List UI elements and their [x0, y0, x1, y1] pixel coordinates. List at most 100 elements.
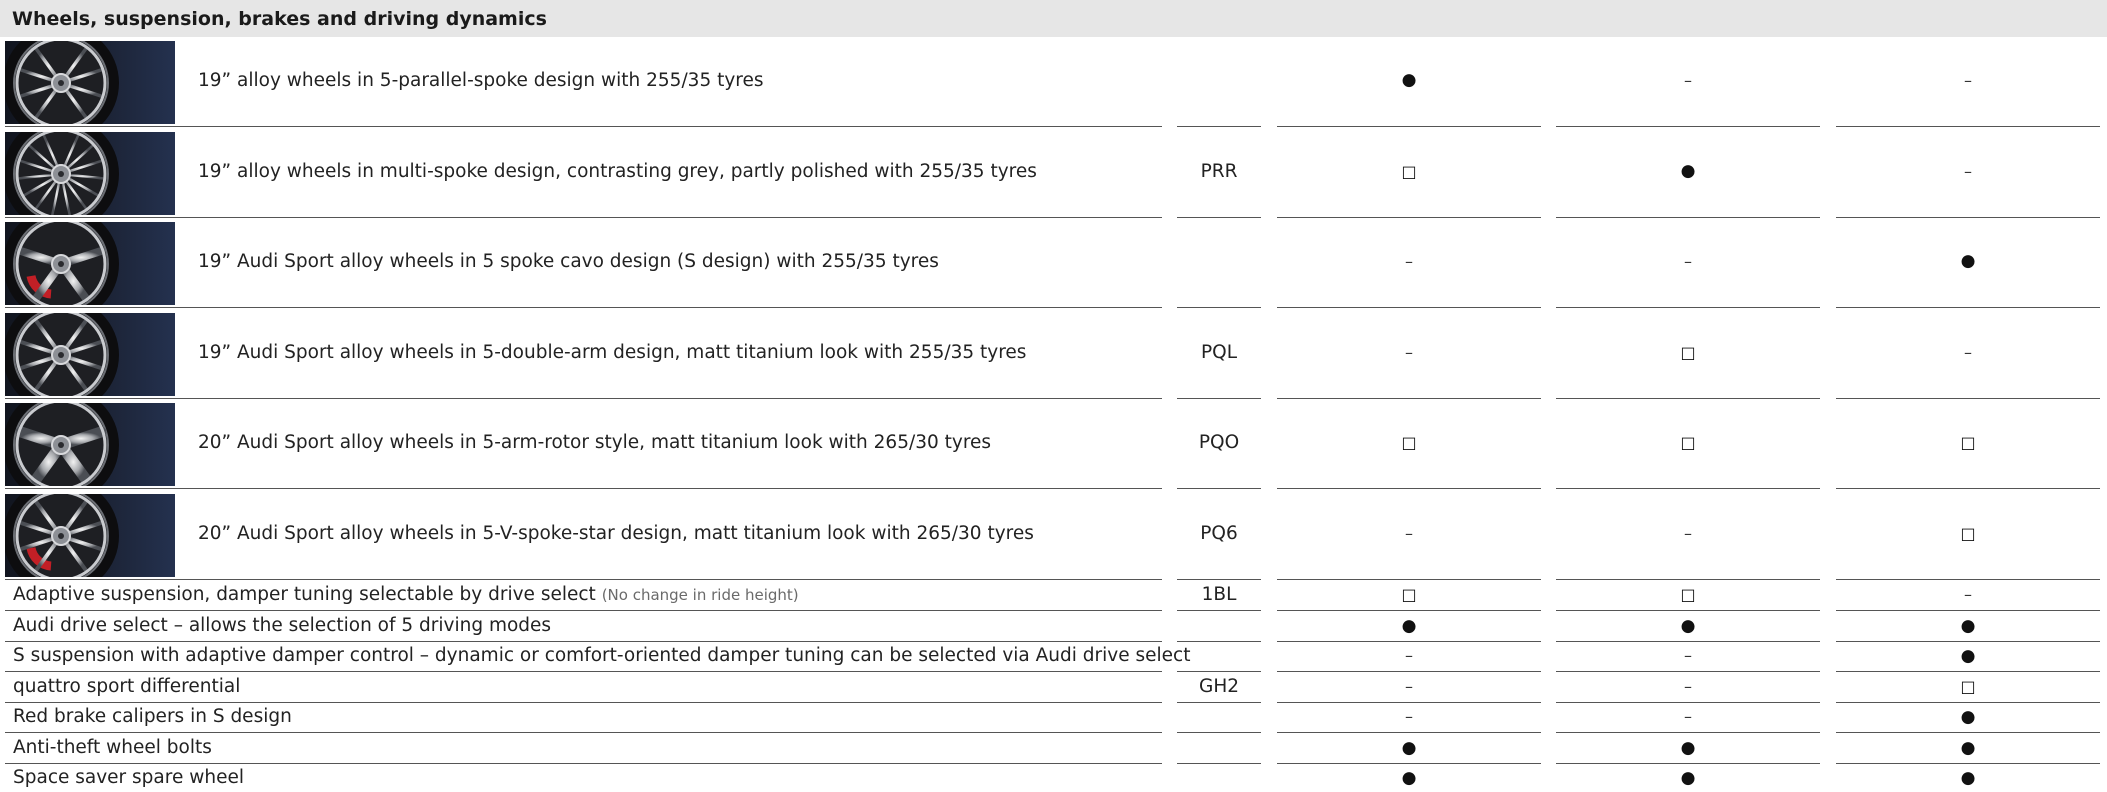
option-code [1178, 702, 1260, 732]
row-divider [1277, 307, 1541, 308]
row-divider [1277, 216, 1541, 218]
option-label: 19” Audi Sport alloy wheels in 5-double-… [198, 341, 1027, 363]
option-label: 20” Audi Sport alloy wheels in 5-V-spoke… [198, 522, 1034, 544]
optional-square: □ [1401, 585, 1417, 604]
feature-row: S suspension with adaptive damper contro… [0, 641, 2107, 671]
wheel-option-row: 19” alloy wheels in multi-spoke design, … [0, 129, 2107, 215]
wheel-thumbnail [5, 312, 175, 396]
feature-label: S suspension with adaptive damper contro… [13, 645, 1191, 666]
not-available-dash: – [1964, 585, 1972, 604]
row-divider [5, 307, 1162, 308]
option-code [1178, 219, 1260, 304]
standard-dot: ● [1401, 615, 1417, 636]
feature-label: quattro sport differential [13, 675, 241, 697]
row-divider [1836, 216, 2100, 218]
optional-square: □ [1680, 433, 1696, 452]
not-available-dash: – [1964, 342, 1972, 362]
feature-row: Anti-theft wheel bolts ● ● ● [0, 733, 2107, 763]
option-code [1178, 763, 1260, 792]
not-available-dash: – [1405, 252, 1413, 271]
not-available-dash: – [1405, 342, 1413, 362]
row-divider [5, 216, 1162, 218]
not-available-dash: – [1964, 161, 1972, 181]
wheel-option-row: 19” alloy wheels in 5-parallel-spoke des… [0, 38, 2107, 124]
option-code: 1BL [1201, 584, 1237, 605]
wheel-thumbnail [5, 222, 175, 305]
row-divider [1177, 216, 1261, 218]
wheel-image-icon [5, 312, 119, 396]
wheel-option-row: 19” Audi Sport alloy wheels in 5-double-… [0, 310, 2107, 396]
row-divider [1277, 488, 1541, 489]
row-divider [1556, 397, 1820, 399]
optional-square: □ [1680, 585, 1696, 604]
standard-dot: ● [1960, 251, 1976, 271]
wheel-thumbnail [5, 41, 175, 124]
standard-dot: ● [1680, 768, 1696, 788]
option-label: 19” alloy wheels in 5-parallel-spoke des… [198, 70, 764, 91]
standard-dot: ● [1401, 70, 1417, 90]
wheel-image-icon [5, 222, 119, 305]
wheel-image-icon [5, 403, 119, 486]
not-available-dash: – [1405, 707, 1413, 726]
option-label: 20” Audi Sport alloy wheels in 5-arm-rot… [198, 432, 992, 453]
row-divider [1177, 126, 1261, 127]
standard-dot: ● [1680, 737, 1696, 758]
row-divider [1277, 126, 1541, 127]
optional-square: □ [1680, 342, 1696, 362]
standard-dot: ● [1960, 768, 1976, 788]
wheel-option-row: 20” Audi Sport alloy wheels in 5-V-spoke… [0, 491, 2107, 577]
option-code: GH2 [1198, 675, 1240, 697]
option-code [1178, 38, 1260, 123]
not-available-dash: – [1405, 523, 1413, 543]
row-divider [1177, 488, 1261, 489]
option-code: PRR [1200, 160, 1238, 182]
not-available-dash: – [1405, 646, 1413, 665]
feature-row: Space saver spare wheel ● ● ● [0, 763, 2107, 792]
wheel-thumbnail [5, 131, 175, 215]
row-divider [5, 397, 1162, 399]
feature-label: Red brake calipers in S design [13, 706, 292, 727]
option-code: PQO [1198, 432, 1240, 453]
optional-square: □ [1401, 161, 1417, 181]
row-divider [5, 488, 1162, 489]
not-available-dash: – [1684, 252, 1692, 271]
row-divider [1177, 397, 1261, 399]
row-divider [1556, 488, 1820, 489]
option-code [1178, 641, 1260, 671]
wheel-option-row: 20” Audi Sport alloy wheels in 5-arm-rot… [0, 400, 2107, 486]
section-title: Wheels, suspension, brakes and driving d… [12, 7, 547, 30]
feature-label: Adaptive suspension, damper tuning selec… [13, 584, 596, 605]
option-label: 19” alloy wheels in multi-spoke design, … [198, 160, 1037, 182]
option-code [1178, 611, 1260, 641]
row-divider [1556, 307, 1820, 308]
feature-label: Space saver spare wheel [13, 767, 244, 788]
not-available-dash: – [1684, 523, 1692, 543]
standard-dot: ● [1960, 615, 1976, 636]
option-code [1178, 733, 1260, 763]
feature-row: Adaptive suspension, damper tuning selec… [0, 580, 2107, 610]
standard-dot: ● [1960, 707, 1976, 727]
optional-square: □ [1401, 433, 1417, 452]
row-divider [1836, 126, 2100, 127]
not-available-dash: – [1684, 646, 1692, 665]
standard-dot: ● [1401, 737, 1417, 758]
feature-label-wrap: Red brake calipers in S design [13, 702, 292, 732]
feature-label: Audi drive select – allows the selection… [13, 614, 552, 636]
not-available-dash: – [1684, 676, 1692, 696]
row-divider [1836, 488, 2100, 489]
standard-dot: ● [1960, 737, 1976, 758]
row-divider [1836, 307, 2100, 308]
wheel-option-row: 19” Audi Sport alloy wheels in 5 spoke c… [0, 219, 2107, 305]
standard-dot: ● [1960, 646, 1976, 666]
option-code: PQ6 [1200, 522, 1238, 544]
optional-square: □ [1960, 523, 1976, 543]
row-divider [1277, 397, 1541, 399]
row-divider [1836, 397, 2100, 399]
wheel-image-icon [5, 493, 119, 577]
row-divider [1556, 216, 1820, 218]
row-divider [1177, 307, 1261, 308]
wheel-image-icon [5, 131, 119, 215]
standard-dot: ● [1680, 615, 1696, 636]
not-available-dash: – [1684, 707, 1692, 726]
feature-row: Audi drive select – allows the selection… [0, 611, 2107, 641]
